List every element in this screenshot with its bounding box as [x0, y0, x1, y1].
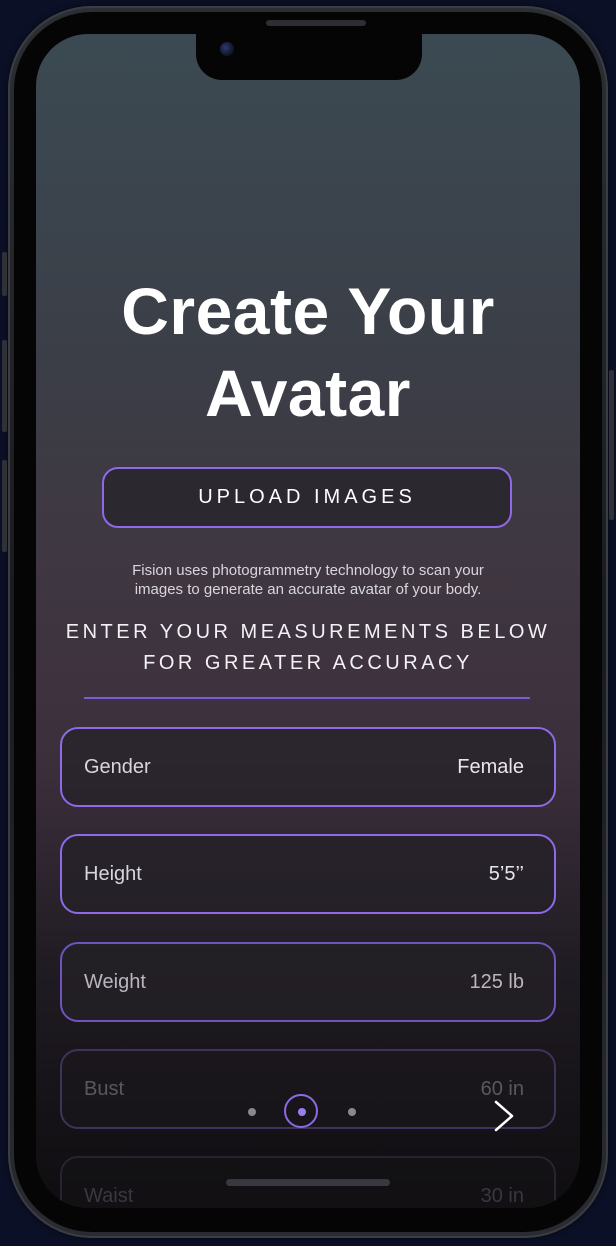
measurements-heading: ENTER YOUR MEASUREMENTS BELOW FOR GREATE…: [56, 617, 560, 679]
page-title-line-2: Avatar: [205, 356, 411, 430]
volume-up-button: [2, 340, 7, 432]
weight-field[interactable]: Weight 125 lb: [60, 942, 556, 1022]
app-screen: Create Your Avatar UPLOAD IMAGES Fision …: [36, 34, 580, 1208]
notch: [196, 34, 422, 80]
gender-field[interactable]: Gender Female: [60, 727, 556, 807]
measurements-heading-line-2: FOR GREATER ACCURACY: [143, 652, 473, 674]
description-line-1: Fision uses photogrammetry technology to…: [132, 562, 484, 579]
power-button: [609, 370, 614, 520]
waist-value: 30 in: [480, 1184, 524, 1207]
page-title-line-1: Create Your: [121, 274, 495, 348]
waist-label: Waist: [84, 1184, 134, 1207]
gender-label: Gender: [84, 755, 151, 778]
height-value: 5’5’’: [488, 862, 524, 885]
upload-images-label: UPLOAD IMAGES: [198, 486, 416, 508]
height-field[interactable]: Height 5’5’’: [60, 834, 556, 914]
page-dot-2-active[interactable]: [284, 1094, 318, 1128]
description-text: Fision uses photogrammetry technology to…: [86, 561, 530, 599]
mute-switch: [2, 252, 7, 296]
description-line-2: images to generate an accurate avatar of…: [134, 581, 482, 598]
page-title: Create Your Avatar: [36, 270, 580, 434]
weight-label: Weight: [84, 970, 146, 993]
weight-value: 125 lb: [469, 970, 525, 993]
home-indicator[interactable]: [226, 1179, 390, 1186]
measurements-heading-line-1: ENTER YOUR MEASUREMENTS BELOW: [65, 621, 551, 643]
section-divider: [84, 697, 530, 699]
upload-images-button[interactable]: UPLOAD IMAGES: [102, 467, 512, 528]
earpiece-speaker: [266, 20, 366, 26]
page-dot-1[interactable]: [248, 1108, 256, 1116]
gender-value: Female: [457, 755, 524, 778]
height-label: Height: [84, 862, 142, 885]
front-camera-icon: [220, 42, 234, 56]
next-button[interactable]: [488, 1098, 518, 1134]
page-dot-3[interactable]: [348, 1108, 356, 1116]
chevron-right-icon: [494, 1100, 514, 1132]
volume-down-button: [2, 460, 7, 552]
